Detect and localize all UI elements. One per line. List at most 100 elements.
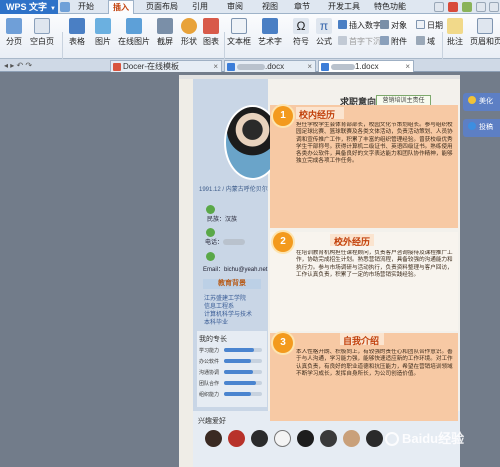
skill-fill: [224, 370, 253, 374]
page-break-icon: [6, 18, 22, 34]
tab-home[interactable]: 开始: [73, 0, 99, 14]
online-picture-icon: [126, 18, 142, 34]
minimize-icon[interactable]: [434, 2, 444, 12]
object-button[interactable]: 对象: [380, 20, 407, 31]
tab-insert[interactable]: 插入: [108, 0, 134, 15]
online-picture-button[interactable]: 在线图片: [116, 16, 152, 47]
hobby-icon: [251, 430, 268, 447]
insert-number-button[interactable]: 插入数字: [338, 20, 381, 31]
table-icon: [69, 18, 85, 34]
education-line: 本科毕业: [204, 320, 229, 326]
doc-tab-second[interactable]: .docx ×: [224, 60, 316, 72]
field-button[interactable]: 域: [416, 36, 435, 47]
chevron-down-icon: ▼: [50, 6, 56, 12]
table-button[interactable]: 表格: [65, 16, 89, 47]
screenshot-button[interactable]: 截屏: [153, 16, 177, 47]
hobby-icon: [320, 430, 337, 447]
ethnicity-text: 民族：汉族: [207, 217, 238, 223]
close-icon[interactable]: ×: [405, 61, 410, 72]
symbol-button[interactable]: Ω 符号: [290, 16, 312, 47]
skill-bar: [224, 348, 262, 352]
baidu-watermark: Baidu经验: [385, 428, 464, 447]
ribbon-toolbar: 分页 空白页 表格 图片 在线图片 截屏 形状 图表 文本框 艺术字 Ω 符号 π…: [0, 14, 500, 68]
paperclip-icon: [380, 36, 389, 45]
drop-cap-icon: [338, 36, 347, 45]
page-margin: [179, 79, 193, 467]
blurred-phone: [223, 239, 246, 246]
comment-icon: [447, 18, 463, 34]
section-number-badge: 3: [273, 333, 293, 353]
screenshot-icon: [157, 18, 173, 34]
section-title: 自我介绍: [343, 336, 380, 346]
beautify-button[interactable]: 美化: [463, 93, 500, 111]
doc-icon: [321, 63, 329, 71]
app-menu-button[interactable]: WPS 文字 ▼: [0, 0, 58, 14]
hobby-icon: [343, 430, 360, 447]
document-tab-bar: ◂ ▸ ↶ ↷ Docer-在线模板 × .docx × 1.docx ×: [0, 59, 500, 72]
header-footer-icon: [477, 18, 493, 34]
tab-developer[interactable]: 开发工具: [324, 0, 364, 14]
tab-page-layout[interactable]: 页面布局: [142, 0, 182, 14]
doc-icon: [227, 63, 235, 71]
tab-review[interactable]: 审阅: [223, 0, 247, 14]
shape-icon: [181, 18, 197, 34]
calendar-icon: [416, 20, 425, 29]
skill-bar: [224, 381, 262, 385]
wordart-button[interactable]: 艺术字: [255, 16, 285, 47]
section-body: 担任学校学生会体育部部长，校园文化节策划组长。参与组织校园足球比赛、篮球联赛及各…: [296, 122, 453, 165]
skill-fill: [224, 348, 255, 352]
blurred-filename: [331, 63, 355, 70]
education-title: 教育背景: [203, 279, 261, 289]
collapse-ribbon-icon[interactable]: [489, 2, 499, 12]
tab-view[interactable]: 视图: [258, 0, 282, 14]
page-break-button[interactable]: 分页: [3, 16, 25, 47]
doc-tab-active[interactable]: 1.docx ×: [318, 60, 414, 72]
person-icon: [206, 205, 215, 214]
skill-label: 办公软件: [199, 359, 220, 365]
phone-text: 电话：: [205, 237, 246, 246]
menu-bar: WPS 文字 ▼ 开始 插入 页面布局 引用 审阅 视图 章节 开发工具 特色功能: [0, 0, 500, 15]
skill-label: 组织能力: [199, 392, 220, 398]
picture-button[interactable]: 图片: [91, 16, 115, 47]
formula-button[interactable]: π 公式: [313, 16, 335, 47]
help-icon[interactable]: [476, 2, 486, 12]
skills-title: 我的专长: [199, 336, 227, 343]
skill-fill: [224, 381, 257, 385]
submit-button[interactable]: 投稿: [463, 119, 500, 137]
close-icon[interactable]: ×: [307, 61, 312, 72]
skill-bar: [224, 370, 262, 374]
shape-button[interactable]: 形状: [177, 16, 201, 47]
textbox-button[interactable]: 文本框: [225, 16, 253, 47]
date-button[interactable]: 日期: [416, 20, 443, 31]
app-name: WPS 文字: [6, 2, 48, 12]
number-icon: [338, 20, 347, 29]
doc-tab-docer[interactable]: Docer-在线模板 ×: [110, 60, 222, 72]
hobby-icon: [274, 430, 291, 447]
skill-label: 团队合作: [199, 381, 220, 387]
section-body: 在培训教育机构担任课程顾问，负责客户咨询接待及课程推广工作，协助完成招生计划。熟…: [296, 250, 453, 278]
wps-account-icon[interactable]: [448, 2, 458, 12]
header-footer-button[interactable]: 页眉和页脚: [470, 16, 500, 47]
chart-button[interactable]: 图表: [201, 16, 221, 47]
skin-icon[interactable]: [462, 2, 472, 12]
tab-section[interactable]: 章节: [290, 0, 314, 14]
first-char-drop-button[interactable]: 首字下沉: [338, 36, 381, 47]
chart-icon: [203, 18, 219, 34]
email-text: Email：bichu@yeah.net: [203, 267, 268, 273]
phone-icon: [206, 228, 215, 237]
attachment-button[interactable]: 附件: [380, 36, 407, 47]
tab-references[interactable]: 引用: [188, 0, 212, 14]
docer-icon: [113, 63, 121, 71]
close-icon[interactable]: ×: [213, 61, 218, 72]
submit-icon: [468, 122, 476, 130]
pi-icon: π: [316, 18, 332, 34]
email-icon: [206, 252, 215, 261]
field-icon: [416, 36, 425, 45]
beautify-icon: [468, 96, 476, 104]
save-icon[interactable]: [60, 2, 70, 12]
tab-nav-icons[interactable]: ◂ ▸ ↶ ↷: [4, 61, 32, 70]
blank-page-button[interactable]: 空白页: [28, 16, 56, 47]
tab-special-features[interactable]: 特色功能: [370, 0, 410, 14]
comment-button[interactable]: 批注: [444, 16, 466, 47]
skill-label: 学习能力: [199, 348, 220, 354]
